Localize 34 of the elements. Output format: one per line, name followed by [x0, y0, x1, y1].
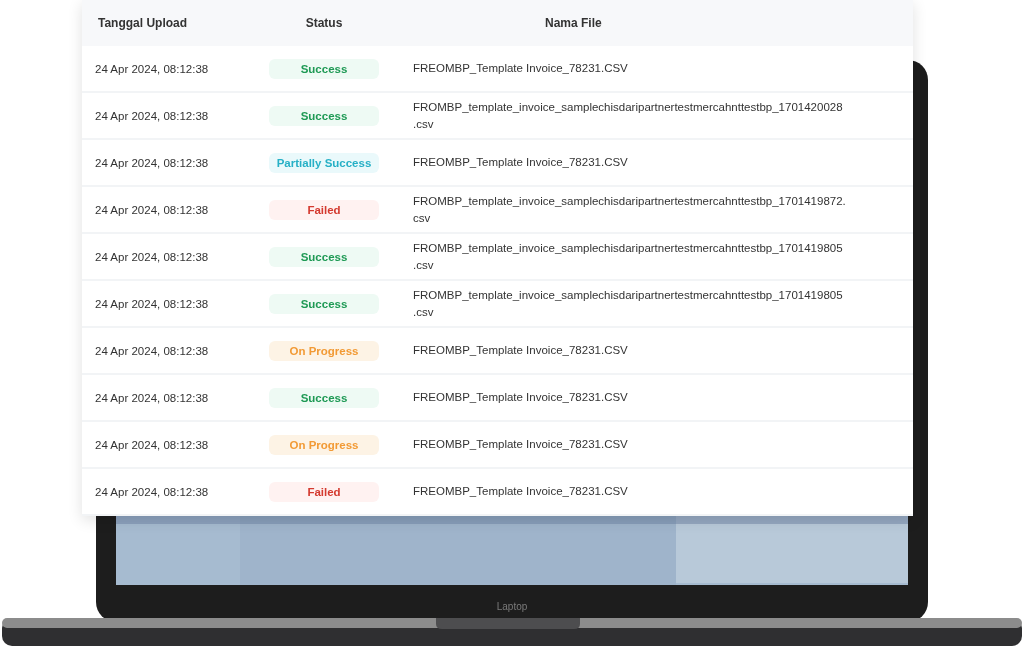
file-name-cell-text: FREOMBP_Template Invoice_78231.CSV — [412, 390, 629, 405]
date-cell-text: 24 Apr 2024, 08:12:38 — [94, 485, 210, 498]
file-name-cell-text: FROMBP_template_invoice_samplechisdaripartnertestmercahnttestbp_1701419872. csv — [412, 193, 847, 226]
status-badge: Success — [269, 58, 379, 79]
status-badge: Success — [269, 293, 379, 314]
file-name-cell-text: FREOMBP_Template Invoice_78231.CSV — [412, 61, 629, 76]
column-header: Tanggal Upload — [97, 16, 189, 30]
status-badge: On Progress — [269, 340, 379, 361]
date-cell-text: 24 Apr 2024, 08:12:38 — [94, 203, 210, 216]
status-badge: Failed — [269, 481, 379, 502]
file-name-cell-text: FREOMBP_Template Invoice_78231.CSV — [412, 484, 629, 499]
date-cell-text: 24 Apr 2024, 08:12:38 — [94, 344, 210, 357]
date-cell-text: 24 Apr 2024, 08:12:38 — [94, 438, 210, 451]
laptop-label: Laptop — [495, 601, 529, 612]
file-name-cell-text: FROMBP_template_invoice_samplechisdaripartnertestmercahnttestbp_1701419805 .csv — [412, 287, 844, 320]
status-badge: Partially Success — [269, 152, 379, 173]
date-cell-text: 24 Apr 2024, 08:12:38 — [94, 391, 210, 404]
file-name-cell-text: FREOMBP_Template Invoice_78231.CSV — [412, 437, 629, 452]
status-badge: Success — [269, 105, 379, 126]
date-cell-text: 24 Apr 2024, 08:12:38 — [94, 297, 210, 310]
date-cell-text: 24 Apr 2024, 08:12:38 — [94, 109, 210, 122]
file-name-cell-text: FROMBP_template_invoice_samplechisdaripartnertestmercahnttestbp_1701420028 .csv — [412, 99, 844, 132]
status-badge: Success — [269, 246, 379, 267]
date-cell-text: 24 Apr 2024, 08:12:38 — [94, 156, 210, 169]
file-name-cell-text: FREOMBP_Template Invoice_78231.CSV — [412, 155, 629, 170]
status-badge: Success — [269, 387, 379, 408]
status-badge: On Progress — [269, 434, 379, 455]
column-header: Nama File — [544, 16, 603, 30]
column-header: Status — [305, 16, 343, 30]
date-cell-text: 24 Apr 2024, 08:12:38 — [94, 250, 210, 263]
file-name-cell-text: FROMBP_template_invoice_samplechisdaripartnertestmercahnttestbp_1701419805 .csv — [412, 240, 844, 273]
file-name-cell-text: FREOMBP_Template Invoice_78231.CSV — [412, 343, 629, 358]
status-badge: Failed — [269, 199, 379, 220]
date-cell-text: 24 Apr 2024, 08:12:38 — [94, 62, 210, 75]
